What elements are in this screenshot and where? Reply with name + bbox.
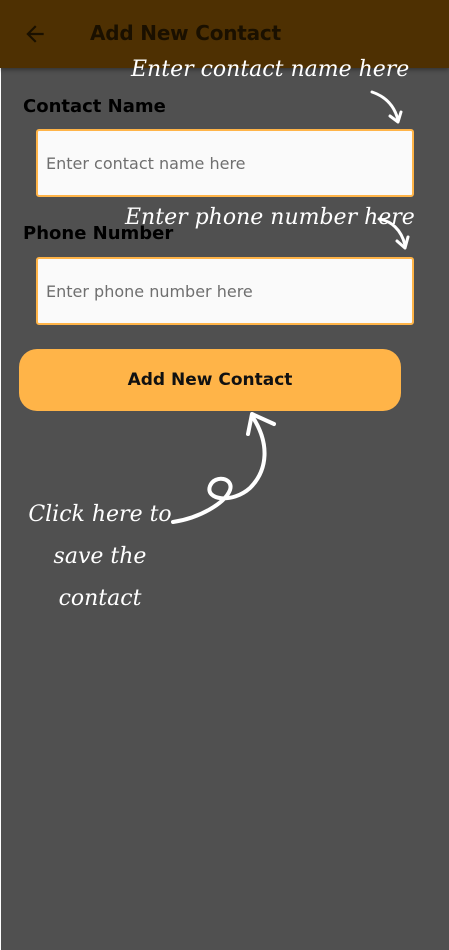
add-new-contact-button[interactable]: Add New Contact [19, 349, 401, 411]
save-hint-annotation: Click here to save the contact [26, 494, 174, 620]
contact-name-field-box [36, 129, 414, 197]
save-hint-arrow-icon [171, 412, 276, 524]
phone-number-field-box [36, 257, 414, 325]
phone-number-input[interactable] [38, 259, 412, 323]
name-hint-annotation: Enter contact name here [131, 57, 410, 82]
contact-name-input[interactable] [38, 131, 412, 195]
phone-hint-arrow-icon [377, 217, 410, 250]
arrow-left-icon[interactable] [22, 21, 48, 47]
contact-name-label: Contact Name [23, 96, 166, 117]
save-hint-line-2: save the [53, 544, 147, 569]
screen-edge [0, 0, 1, 950]
save-hint-line-3: contact [58, 586, 142, 611]
save-hint-line-1: Click here to [28, 502, 172, 527]
name-hint-arrow-icon [370, 90, 403, 124]
phone-hint-annotation: Enter phone number here [125, 205, 415, 230]
page-title: Add New Contact [90, 21, 281, 45]
